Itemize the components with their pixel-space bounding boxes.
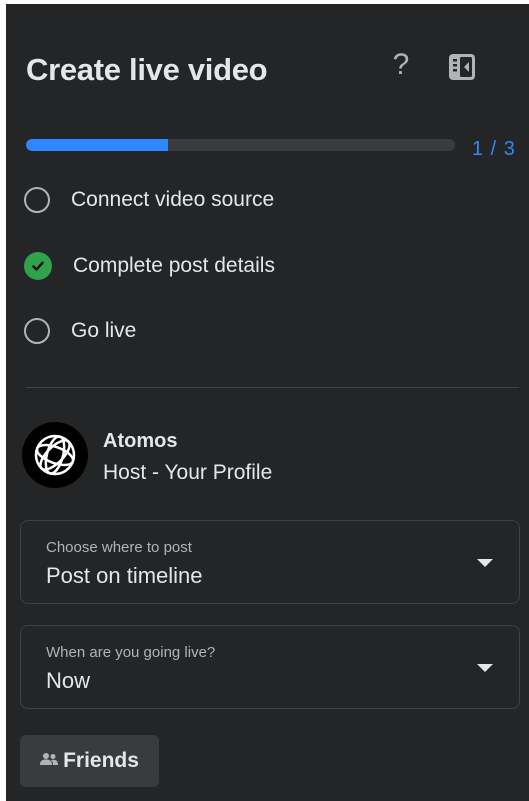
step-label: Go live [71,319,137,342]
step-label: Complete post details [73,254,275,277]
page-title: Create live video [26,52,268,87]
dropdown-label: Choose where to post [46,539,192,556]
post-location-dropdown[interactable]: Choose where to post Post on timeline [20,520,520,604]
progress-bar-fill [26,139,168,151]
host-role: Host - Your Profile [103,461,273,484]
step-label: Connect video source [71,188,275,211]
dropdown-label: When are you going live? [46,644,216,661]
progress-counter: 1 / 3 [472,138,516,160]
create-live-video-panel: Create live video ? 1 / 3 Connect video … [6,4,529,801]
audience-friends-button[interactable]: Friends [20,735,159,787]
progress-bar [26,139,455,151]
host-name: Atomos [103,430,178,452]
empty-circle-icon [24,318,50,344]
question-mark-icon[interactable]: ? [386,48,416,82]
step-connect-video-source[interactable]: Connect video source [24,184,274,216]
step-go-live[interactable]: Go live [24,315,136,347]
step-complete-post-details[interactable]: Complete post details [24,250,275,282]
audience-label: Friends [63,749,139,772]
caret-down-icon [477,664,493,672]
caret-down-icon [477,559,493,567]
atomos-logo-icon [22,422,88,488]
sidebar-panel-icon[interactable] [447,52,477,82]
section-divider [26,387,519,388]
dropdown-value: Now [46,668,91,693]
checkmark-circle-icon [24,252,52,280]
empty-circle-icon [24,187,50,213]
friends-icon [40,752,59,771]
dropdown-value: Post on timeline [46,563,203,588]
go-live-time-dropdown[interactable]: When are you going live? Now [20,625,520,709]
